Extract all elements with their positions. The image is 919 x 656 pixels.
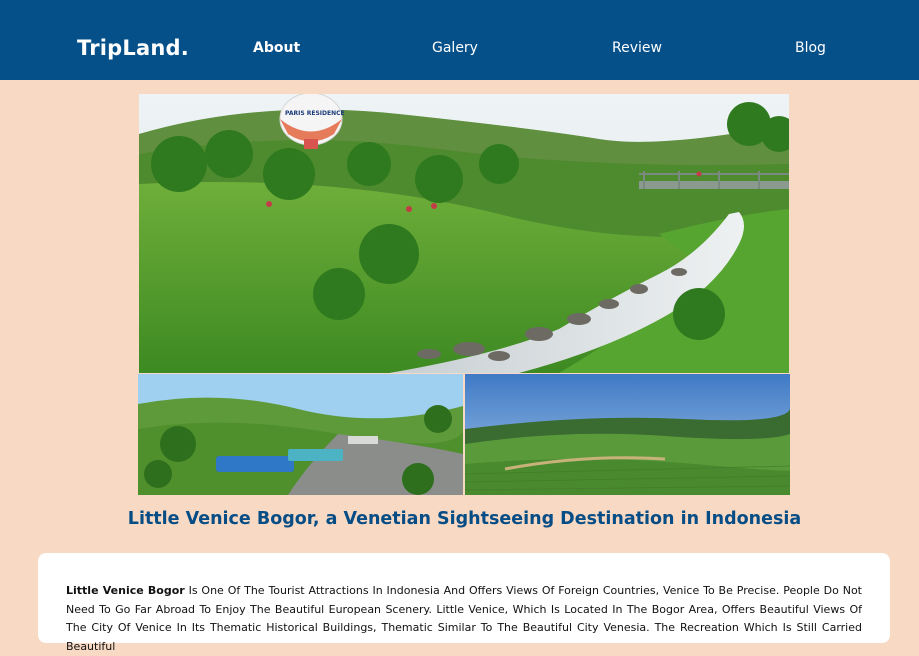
nav-review[interactable]: Review xyxy=(612,40,662,56)
article-card: Little Venice Bogor Is One Of The Touris… xyxy=(38,553,890,653)
brand-logo[interactable]: TripLand. xyxy=(77,36,189,60)
article-body: Is One Of The Tourist Attractions In Ind… xyxy=(66,584,862,653)
gallery-thumb-parking xyxy=(138,374,463,495)
nav-galery[interactable]: Galery xyxy=(432,40,478,56)
article-title: Little Venice Bogor, a Venetian Sightsee… xyxy=(127,509,802,529)
gallery-thumb-tea-plantation xyxy=(465,374,790,495)
nav-about[interactable]: About xyxy=(253,40,300,56)
hero-image: PARIS RESIDENCE xyxy=(139,94,789,373)
balloon-label: PARIS RESIDENCE xyxy=(285,110,345,117)
article-paragraph: Little Venice Bogor Is One Of The Touris… xyxy=(66,582,862,656)
nav-blog[interactable]: Blog xyxy=(795,40,826,56)
article-lead: Little Venice Bogor xyxy=(66,584,185,597)
navbar: TripLand. About Galery Review Blog xyxy=(0,0,919,80)
